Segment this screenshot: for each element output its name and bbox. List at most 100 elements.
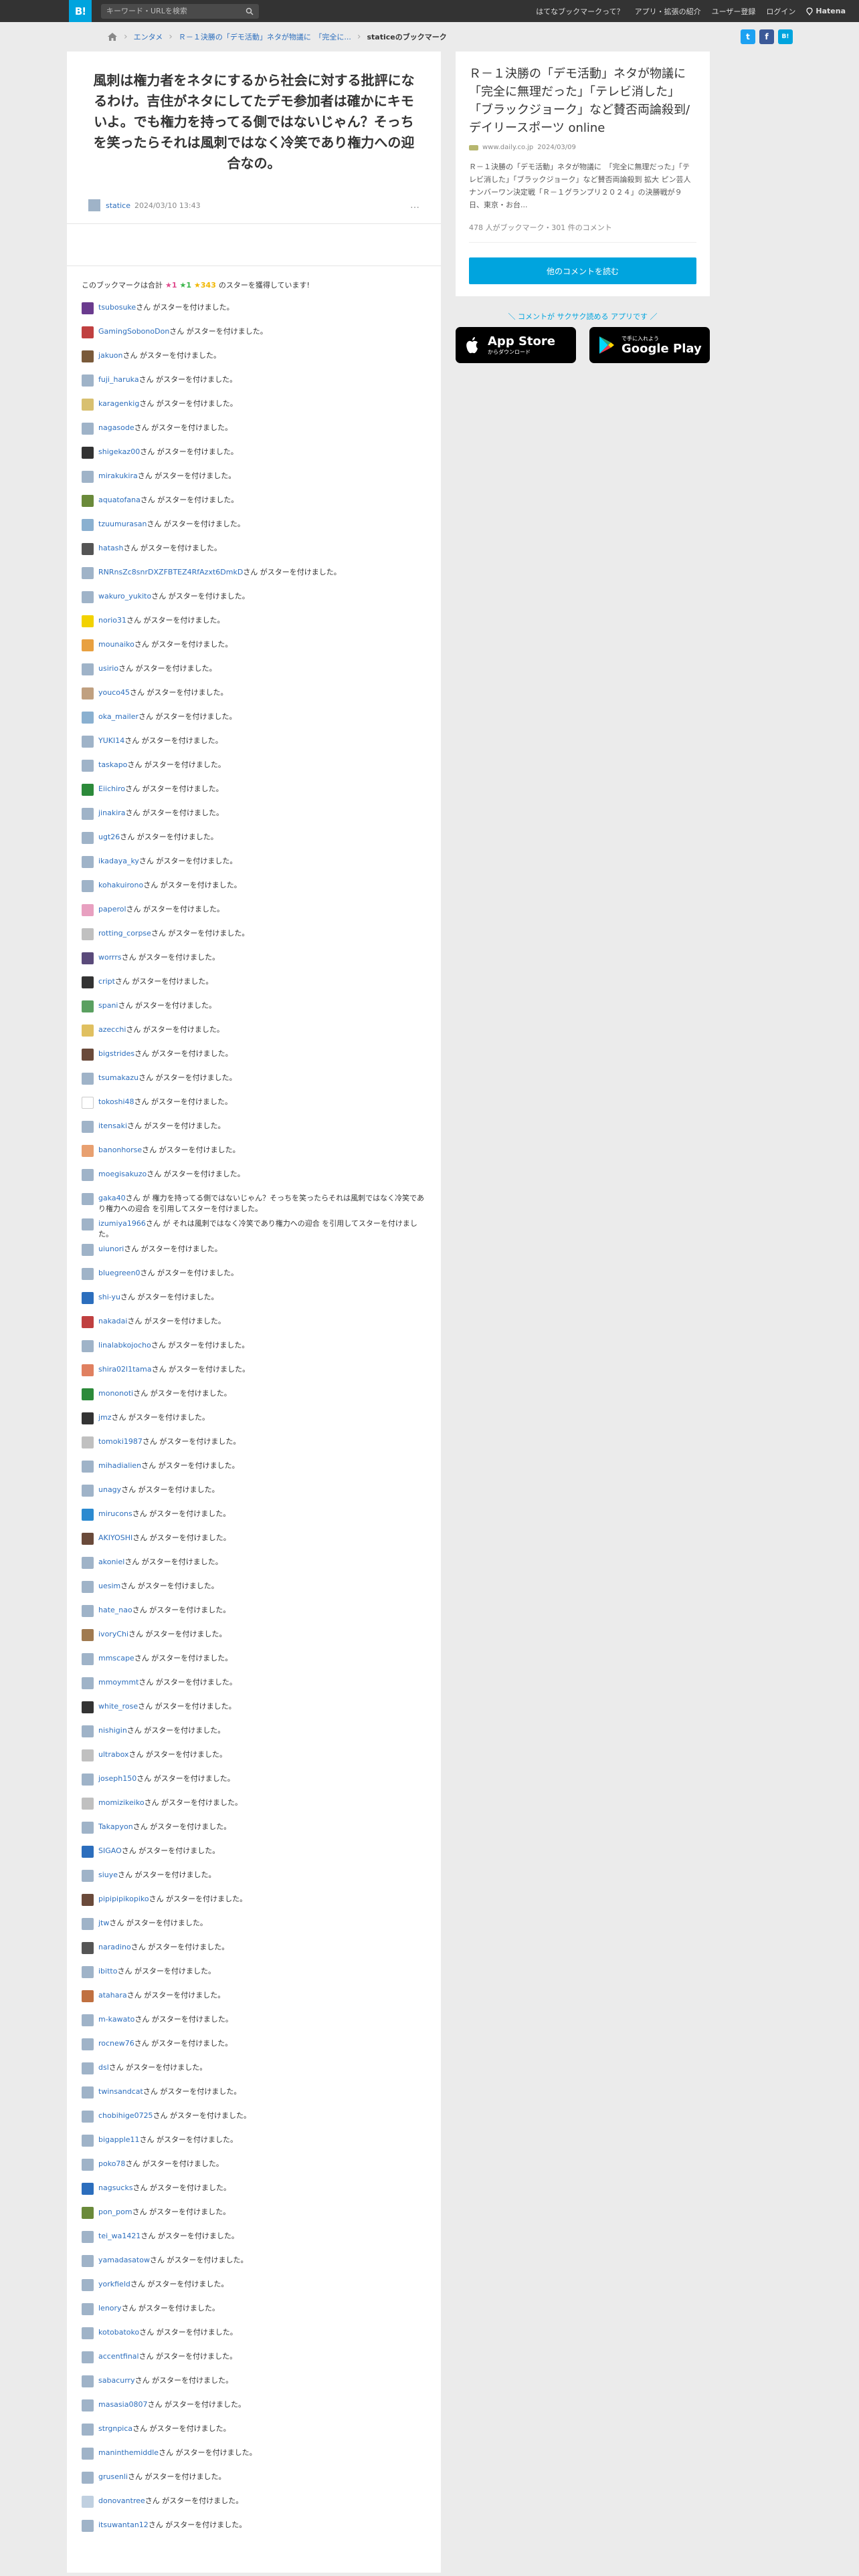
star-user-link[interactable]: shira02l1tama	[98, 1365, 152, 1374]
user-avatar[interactable]	[82, 1193, 94, 1205]
more-menu-icon[interactable]: …	[410, 200, 419, 211]
nav-apps[interactable]: アプリ・拡張の紹介	[635, 6, 701, 17]
hatena-bookmark-logo[interactable]: B!	[69, 0, 92, 22]
user-avatar[interactable]	[82, 1557, 94, 1569]
star-user-link[interactable]: usirio	[98, 664, 118, 673]
star-user-link[interactable]: tsubosuke	[98, 303, 136, 312]
star-user-link[interactable]: youco45	[98, 688, 130, 697]
user-avatar[interactable]	[82, 1581, 94, 1593]
user-avatar[interactable]	[82, 1169, 94, 1181]
user-avatar[interactable]	[82, 1894, 94, 1906]
star-user-link[interactable]: rotting_corpse	[98, 929, 151, 938]
star-user-link[interactable]: worrrs	[98, 953, 122, 962]
star-user-link[interactable]: norio31	[98, 616, 126, 625]
user-avatar[interactable]	[82, 928, 94, 940]
user-avatar[interactable]	[82, 302, 94, 314]
user-avatar[interactable]	[82, 2159, 94, 2171]
user-avatar[interactable]	[82, 1025, 94, 1037]
user-avatar[interactable]	[82, 1292, 94, 1304]
star-user-link[interactable]: uiunori	[98, 1245, 124, 1253]
star-user-link[interactable]: spani	[98, 1001, 118, 1010]
user-avatar[interactable]	[82, 2327, 94, 2339]
star-user-link[interactable]: nagsucks	[98, 2183, 133, 2192]
star-user-link[interactable]: oka_mailer	[98, 712, 138, 721]
star-user-link[interactable]: linalabkojocho	[98, 1341, 151, 1350]
star-user-link[interactable]: hatash	[98, 544, 123, 552]
app-store-badge[interactable]: App Store からダウンロード	[456, 327, 576, 363]
home-icon[interactable]	[107, 32, 118, 41]
star-user-link[interactable]: hate_nao	[98, 1606, 132, 1614]
star-user-link[interactable]: ivoryChi	[98, 1630, 128, 1638]
star-user-link[interactable]: poko78	[98, 2159, 125, 2168]
star-user-link[interactable]: gaka40	[98, 1194, 126, 1202]
star-user-link[interactable]: mirucons	[98, 1509, 132, 1518]
star-user-link[interactable]: grusenli	[98, 2472, 128, 2481]
star-user-link[interactable]: naradino	[98, 1943, 131, 1951]
user-avatar[interactable]	[82, 2472, 94, 2484]
user-avatar[interactable]	[82, 2424, 94, 2436]
star-user-link[interactable]: YUKI14	[98, 736, 124, 745]
user-avatar[interactable]	[82, 880, 94, 892]
star-user-link[interactable]: shigekaz00	[98, 447, 140, 456]
bookmark-count[interactable]: 478 人がブックマーク・301 件のコメント	[469, 222, 696, 243]
star-user-link[interactable]: taskapo	[98, 760, 127, 769]
star-user-link[interactable]: mirakukira	[98, 471, 138, 480]
user-avatar[interactable]	[82, 663, 94, 675]
star-user-link[interactable]: accentfinal	[98, 2352, 139, 2361]
user-avatar[interactable]	[82, 2399, 94, 2411]
user-avatar[interactable]	[82, 1316, 94, 1328]
user-avatar[interactable]	[82, 736, 94, 748]
user-avatar[interactable]	[82, 2351, 94, 2363]
user-avatar[interactable]	[82, 1990, 94, 2002]
search-box[interactable]	[101, 3, 259, 19]
star-user-link[interactable]: bigstrides	[98, 1049, 134, 1058]
user-avatar[interactable]	[82, 1533, 94, 1545]
nav-register[interactable]: ユーザー登録	[712, 6, 756, 17]
star-user-link[interactable]: unagy	[98, 1485, 121, 1494]
star-user-link[interactable]: nakadai	[98, 1317, 127, 1325]
user-avatar[interactable]	[82, 1049, 94, 1061]
user-avatar[interactable]	[82, 350, 94, 362]
user-avatar[interactable]	[82, 1605, 94, 1617]
user-avatar[interactable]	[82, 1653, 94, 1665]
user-avatar[interactable]	[82, 567, 94, 579]
user-avatar[interactable]	[82, 1846, 94, 1858]
star-user-link[interactable]: bluegreen0	[98, 1269, 140, 1277]
star-user-link[interactable]: mmoymmt	[98, 1678, 138, 1687]
star-user-link[interactable]: twinsandcat	[98, 2087, 143, 2096]
user-avatar[interactable]	[82, 1629, 94, 1641]
star-user-link[interactable]: fuji_haruka	[98, 375, 139, 384]
star-user-link[interactable]: moegisakuzo	[98, 1170, 147, 1178]
user-avatar[interactable]	[82, 1725, 94, 1737]
star-user-link[interactable]: white_rose	[98, 1702, 138, 1711]
user-avatar[interactable]	[82, 2207, 94, 2219]
star-user-link[interactable]: nishigin	[98, 1726, 127, 1735]
star-user-link[interactable]: mihadialien	[98, 1461, 141, 1470]
star-user-link[interactable]: jinakira	[98, 809, 126, 817]
star-user-link[interactable]: aquatofana	[98, 496, 140, 504]
user-avatar[interactable]	[82, 1000, 94, 1012]
user-avatar[interactable]	[82, 712, 94, 724]
user-avatar[interactable]	[82, 808, 94, 820]
star-user-link[interactable]: maninthemiddle	[98, 2448, 159, 2457]
star-user-link[interactable]: paperol	[98, 905, 126, 914]
user-avatar[interactable]	[82, 1749, 94, 1761]
breadcrumb-entry[interactable]: Ｒ－１決勝の「デモ活動」ネタが物議に 「完全に...	[179, 31, 351, 42]
star-user-link[interactable]: mounaiko	[98, 640, 134, 649]
star-user-link[interactable]: mmscape	[98, 1654, 134, 1662]
star-user-link[interactable]: joseph150	[98, 1774, 136, 1783]
user-avatar[interactable]	[82, 1918, 94, 1930]
user-avatar[interactable]	[82, 1244, 94, 1256]
star-user-link[interactable]: bigapple11	[98, 2135, 140, 2144]
user-avatar[interactable]	[82, 1485, 94, 1497]
user-avatar[interactable]	[82, 374, 94, 387]
user-avatar[interactable]	[82, 1436, 94, 1448]
read-other-comments-button[interactable]: 他のコメントを読む	[469, 257, 696, 284]
hatena-link[interactable]: Hatena	[806, 7, 846, 15]
user-avatar[interactable]	[82, 1340, 94, 1352]
user-avatar[interactable]	[82, 1701, 94, 1713]
star-user-link[interactable]: nagasode	[98, 423, 134, 432]
star-user-link[interactable]: mononoti	[98, 1389, 133, 1398]
user-avatar[interactable]	[82, 326, 94, 338]
star-user-link[interactable]: m-kawato	[98, 2015, 134, 2024]
